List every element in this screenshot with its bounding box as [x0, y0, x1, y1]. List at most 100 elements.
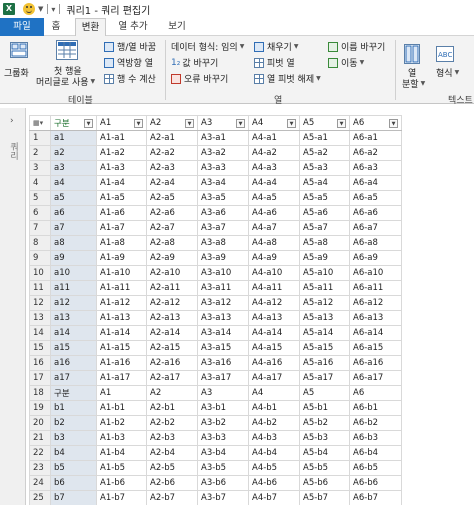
table-cell[interactable]: A1-a17	[96, 370, 147, 386]
row-number[interactable]: 6	[29, 205, 51, 221]
table-cell[interactable]: A2-a5	[146, 190, 198, 206]
table-cell[interactable]: A2-a2	[146, 145, 198, 161]
table-cell[interactable]: A6-a7	[349, 220, 402, 236]
table-cell[interactable]: A2	[146, 385, 198, 401]
table-cell[interactable]: A2-b2	[146, 415, 198, 431]
table-cell[interactable]: A5-a3	[299, 160, 350, 176]
table-cell[interactable]: a16	[50, 355, 97, 371]
table-cell[interactable]: A2-a7	[146, 220, 198, 236]
table-cell[interactable]: A3	[197, 385, 249, 401]
table-cell[interactable]: A6-b3	[349, 430, 402, 446]
table-cell[interactable]: A3-a13	[197, 310, 249, 326]
filter-dropdown-icon[interactable]: ▼	[389, 118, 398, 128]
column-header[interactable]: A1 ▼	[96, 115, 147, 131]
row-number[interactable]: 17	[29, 370, 51, 386]
split-column-icon[interactable]	[404, 44, 420, 64]
table-cell[interactable]: A2-b6	[146, 475, 198, 491]
column-header[interactable]: 구분 ▼	[50, 115, 97, 131]
row-number[interactable]: 7	[29, 220, 51, 236]
table-cell[interactable]: A3-a11	[197, 280, 249, 296]
table-cell[interactable]: A6-a5	[349, 190, 402, 206]
table-cell[interactable]: A4-a6	[248, 205, 300, 221]
filter-dropdown-icon[interactable]: ▼	[84, 118, 93, 128]
table-cell[interactable]: A5-a6	[299, 205, 350, 221]
table-cell[interactable]: A2-b7	[146, 490, 198, 505]
table-cell[interactable]: A3-b2	[197, 415, 249, 431]
tab-view[interactable]: 보기	[164, 18, 190, 36]
filter-dropdown-icon[interactable]: ▼	[236, 118, 245, 128]
table-cell[interactable]: A2-a8	[146, 235, 198, 251]
table-cell[interactable]: A1-b7	[96, 490, 147, 505]
table-cell[interactable]: A5-b3	[299, 430, 350, 446]
table-menu-button[interactable]: ▦▾	[29, 115, 51, 131]
table-cell[interactable]: a15	[50, 340, 97, 356]
table-cell[interactable]: a12	[50, 295, 97, 311]
row-number[interactable]: 11	[29, 280, 51, 296]
quick-access-dropdown-icon[interactable]: ▾	[51, 5, 55, 14]
table-cell[interactable]: b4	[50, 445, 97, 461]
table-cell[interactable]: A5-a11	[299, 280, 350, 296]
table-cell[interactable]: A1-a14	[96, 325, 147, 341]
table-cell[interactable]: A5-a14	[299, 325, 350, 341]
table-cell[interactable]: A2-b1	[146, 400, 198, 416]
excel-icon[interactable]: X	[3, 3, 15, 15]
table-cell[interactable]: A6-a1	[349, 130, 402, 146]
table-cell[interactable]: A6-b7	[349, 490, 402, 505]
table-cell[interactable]: A1-a8	[96, 235, 147, 251]
table-cell[interactable]: A2-b3	[146, 430, 198, 446]
table-cell[interactable]: A5-a9	[299, 250, 350, 266]
table-cell[interactable]: A6-a15	[349, 340, 402, 356]
column-header[interactable]: A6 ▼	[349, 115, 402, 131]
table-cell[interactable]: A5-a15	[299, 340, 350, 356]
table-cell[interactable]: A3-b6	[197, 475, 249, 491]
table-cell[interactable]: A3-a10	[197, 265, 249, 281]
table-cell[interactable]: a8	[50, 235, 97, 251]
table-cell[interactable]: A4-a10	[248, 265, 300, 281]
table-cell[interactable]: A1-a9	[96, 250, 147, 266]
table-cell[interactable]: a3	[50, 160, 97, 176]
table-cell[interactable]: b3	[50, 430, 97, 446]
table-cell[interactable]: A4-a13	[248, 310, 300, 326]
table-cell[interactable]: A2-a1	[146, 130, 198, 146]
table-cell[interactable]: A3-a3	[197, 160, 249, 176]
table-cell[interactable]: A5-a10	[299, 265, 350, 281]
table-cell[interactable]: A4-a8	[248, 235, 300, 251]
table-cell[interactable]: A5-a2	[299, 145, 350, 161]
table-cell[interactable]: a13	[50, 310, 97, 326]
table-cell[interactable]: A5-a13	[299, 310, 350, 326]
table-cell[interactable]: A2-a3	[146, 160, 198, 176]
table-cell[interactable]: A6-b1	[349, 400, 402, 416]
table-cell[interactable]: a1	[50, 130, 97, 146]
row-number[interactable]: 3	[29, 160, 51, 176]
table-cell[interactable]: A4-b2	[248, 415, 300, 431]
row-number[interactable]: 14	[29, 325, 51, 341]
row-number[interactable]: 24	[29, 475, 51, 491]
table-cell[interactable]: A3-a7	[197, 220, 249, 236]
table-cell[interactable]: A1-b1	[96, 400, 147, 416]
row-number[interactable]: 16	[29, 355, 51, 371]
table-cell[interactable]: A3-a9	[197, 250, 249, 266]
table-cell[interactable]: A1-b5	[96, 460, 147, 476]
table-cell[interactable]: A4	[248, 385, 300, 401]
table-cell[interactable]: A3-a2	[197, 145, 249, 161]
table-cell[interactable]: A5-b6	[299, 475, 350, 491]
row-number[interactable]: 23	[29, 460, 51, 476]
column-header[interactable]: A5 ▼	[299, 115, 350, 131]
group-by-icon[interactable]	[10, 42, 28, 58]
table-cell[interactable]: A1-a10	[96, 265, 147, 281]
row-number[interactable]: 10	[29, 265, 51, 281]
first-row-header-icon[interactable]	[56, 40, 78, 60]
table-cell[interactable]: A3-b7	[197, 490, 249, 505]
pivot-column-button[interactable]: 피벗 열	[254, 56, 295, 69]
table-cell[interactable]: A1-b4	[96, 445, 147, 461]
table-cell[interactable]: A2-a6	[146, 205, 198, 221]
row-number[interactable]: 12	[29, 295, 51, 311]
filter-dropdown-icon[interactable]: ▼	[287, 118, 296, 128]
table-cell[interactable]: A6-a4	[349, 175, 402, 191]
table-cell[interactable]: A3-a17	[197, 370, 249, 386]
table-cell[interactable]: A5-a7	[299, 220, 350, 236]
table-cell[interactable]: A4-a16	[248, 355, 300, 371]
table-cell[interactable]: A1-a5	[96, 190, 147, 206]
tab-transform[interactable]: 변환	[75, 18, 106, 37]
count-rows-button[interactable]: 행 수 계산	[104, 72, 156, 85]
